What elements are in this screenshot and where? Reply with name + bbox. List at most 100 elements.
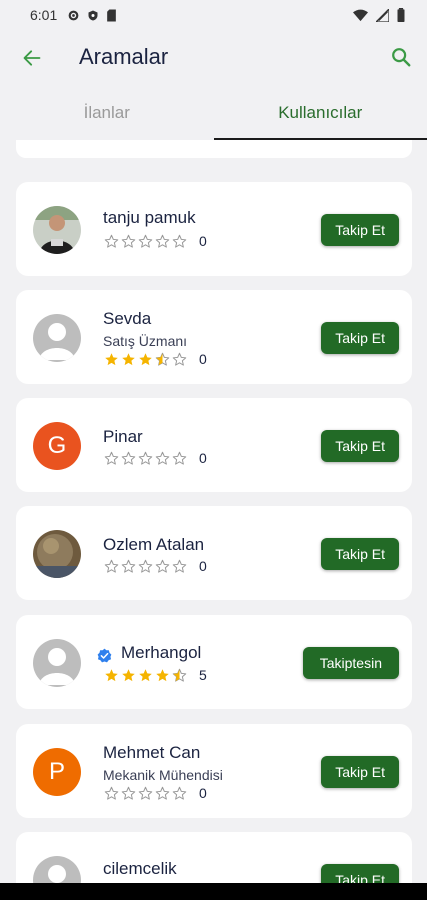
star-icon [104, 451, 119, 465]
star-icon [104, 559, 119, 573]
avatar [33, 206, 81, 254]
rating-stars [104, 786, 187, 801]
tab-ilanlar[interactable]: İlanlar [0, 86, 214, 140]
star-icon [172, 234, 187, 248]
star-icon [155, 559, 170, 573]
rating: 0 [104, 233, 207, 249]
star-icon [104, 234, 119, 248]
user-card[interactable]: tanju pamuk 0 Takip Et [16, 182, 412, 276]
user-name[interactable]: Mehmet Can [103, 743, 200, 763]
user-name[interactable]: Sevda [103, 309, 151, 329]
avatar [33, 314, 81, 362]
rating: 0 [104, 450, 207, 466]
tab-kullanicilar[interactable]: Kullanıcılar [213, 86, 427, 140]
wifi-icon [353, 9, 368, 21]
rating: 5 [104, 667, 207, 683]
app-bar: Aramalar [0, 30, 427, 86]
follow-button[interactable]: Takip Et [321, 322, 399, 354]
star-icon [155, 786, 170, 800]
star-icon [138, 451, 153, 465]
default-avatar-icon [33, 856, 81, 883]
follow-button[interactable]: Takip Et [321, 214, 399, 246]
follow-button[interactable]: Takip Et [321, 864, 399, 883]
following-button[interactable]: Takiptesin [302, 647, 399, 679]
star-icon [122, 668, 135, 681]
status-bar: 6:01 [0, 0, 427, 30]
rating-count: 0 [199, 558, 207, 574]
star-icon [122, 352, 135, 365]
user-title: Mekanik Mühendisi [103, 767, 223, 783]
user-card[interactable]: Ozlem Atalan 0 Takip Et [16, 506, 412, 600]
follow-button[interactable]: Takip Et [321, 538, 399, 570]
rating-stars [104, 352, 187, 367]
star-icon [138, 786, 153, 800]
follow-button[interactable]: Takip Et [321, 756, 399, 788]
shield-icon [88, 10, 98, 20]
rating-stars [104, 451, 187, 466]
user-name[interactable]: Pinar [103, 427, 143, 447]
user-photo-icon [33, 530, 81, 578]
page-title: Aramalar [79, 44, 169, 69]
avatar [33, 856, 81, 883]
user-card[interactable]: cilemcelik Takip Et [16, 832, 412, 883]
avatar: P [33, 748, 81, 796]
user-name[interactable]: Merhangol [121, 643, 201, 663]
star-icon [121, 786, 136, 800]
avatar [33, 639, 81, 687]
star-icon [121, 559, 136, 573]
verified-badge-icon [97, 648, 112, 663]
search-icon [392, 48, 411, 67]
search-button[interactable] [386, 42, 416, 72]
tab-bar: İlanlar Kullanıcılar [0, 86, 427, 140]
user-card[interactable]: Sevda Satış Üzmanı 0 Takip Et [16, 290, 412, 384]
avatar: G [33, 422, 81, 470]
star-icon [105, 668, 118, 681]
default-avatar-icon [33, 639, 81, 687]
user-name[interactable]: Ozlem Atalan [103, 535, 204, 555]
avatar-letter: G [47, 432, 67, 459]
star-icon [138, 559, 153, 573]
arrow-left-icon [23, 50, 41, 66]
star-icon [105, 352, 118, 365]
system-navigation-bar [0, 883, 427, 900]
star-icon [172, 352, 187, 366]
rating-stars [104, 234, 187, 249]
signal-icon [376, 8, 389, 22]
star-icon [138, 234, 153, 248]
rating: 0 [104, 558, 207, 574]
star-icon [156, 668, 169, 681]
status-time: 6:01 [30, 7, 58, 23]
avatar-letter: P [48, 758, 65, 785]
star-icon [104, 786, 119, 800]
sd-card-icon [107, 9, 117, 21]
battery-icon [397, 8, 405, 22]
user-name[interactable]: tanju pamuk [103, 208, 196, 228]
follow-button[interactable]: Takip Et [321, 430, 399, 462]
user-title: Satış Üzmanı [103, 333, 188, 349]
rating-stars [104, 668, 187, 683]
rating-count: 0 [199, 450, 207, 466]
rating: 0 [104, 351, 207, 367]
star-icon [155, 234, 170, 248]
rating-stars [104, 559, 187, 574]
star-icon [139, 352, 152, 365]
star-icon [172, 559, 187, 573]
rating-count: 5 [199, 667, 207, 683]
star-icon [172, 786, 187, 800]
user-card[interactable]: G Pinar 0 Takip Et [16, 398, 412, 492]
star-icon [155, 451, 170, 465]
star-icon [121, 451, 136, 465]
back-button[interactable] [18, 44, 46, 72]
user-list[interactable]: tanju pamuk 0 Takip Et Sevda Satış Üzman… [0, 140, 427, 883]
star-icon [121, 234, 136, 248]
star-icon [155, 352, 170, 366]
star-icon [172, 668, 187, 682]
user-name[interactable]: cilemcelik [103, 859, 177, 879]
user-card[interactable]: Merhangol 5 Takiptesin [16, 615, 412, 709]
user-card[interactable]: P Mehmet Can Mekanik Mühendisi 0 Takip E… [16, 724, 412, 818]
gear-icon [68, 10, 79, 20]
rating-count: 0 [199, 351, 207, 367]
default-avatar-icon [33, 314, 81, 362]
rating-count: 0 [199, 785, 207, 801]
star-icon [172, 451, 187, 465]
